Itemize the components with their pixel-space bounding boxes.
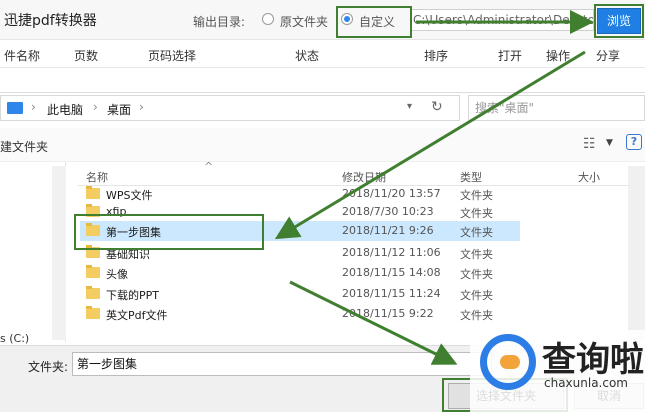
highlight-custom-box — [336, 6, 412, 38]
list-item[interactable]: 下载的PPT 2018/11/15 11:24 文件夹 — [80, 284, 520, 304]
new-folder-button[interactable]: 建文件夹 — [0, 138, 48, 155]
radio-original-folder[interactable] — [262, 13, 274, 25]
watermark-text: 查询啦 — [542, 340, 644, 380]
refresh-icon[interactable]: ↻ — [431, 99, 443, 115]
header-name[interactable]: 名称 — [86, 169, 108, 185]
col-open[interactable]: 打开 — [498, 47, 522, 64]
breadcrumb-desktop[interactable]: 桌面 — [107, 101, 131, 118]
chevron-right-icon: › — [139, 100, 144, 114]
address-bar[interactable]: › 此电脑 › 桌面 › ▾ ↻ — [0, 95, 460, 121]
folder-icon — [86, 186, 100, 199]
col-filename[interactable]: 件名称 — [4, 47, 40, 64]
radio-original-label: 原文件夹 — [280, 15, 329, 29]
breadcrumb-this-pc[interactable]: 此电脑 — [47, 101, 83, 118]
col-pages[interactable]: 页数 — [74, 47, 98, 64]
app-toolbar: 迅捷pdf转换器 输出目录: 原文件夹 自定义 C:\Users\Adminis… — [0, 0, 645, 40]
folder-label: 文件夹: — [28, 360, 69, 374]
drive-c-label[interactable]: s (C:) — [0, 332, 29, 345]
dialog-toolbar: 建文件夹 ☷ ▼ ? — [0, 128, 645, 162]
col-status[interactable]: 状态 — [295, 47, 319, 64]
highlight-folder-box — [74, 214, 264, 250]
list-scrollbar[interactable] — [628, 166, 645, 340]
chevron-right-icon: › — [93, 100, 98, 114]
view-options-icon[interactable]: ☷ — [583, 136, 596, 152]
col-action[interactable]: 操作 — [546, 47, 570, 64]
dropdown-icon[interactable]: ▾ — [407, 101, 412, 112]
help-icon[interactable]: ? — [626, 134, 642, 150]
watermark: 查询啦 chaxunla.com — [470, 330, 645, 412]
header-type[interactable]: 类型 — [460, 169, 482, 185]
col-share[interactable]: 分享 — [596, 47, 620, 64]
folder-name-input[interactable]: 第一步图集 — [72, 352, 492, 376]
logo-mouth-icon — [500, 355, 520, 369]
col-page-select[interactable]: 页码选择 — [148, 47, 196, 64]
app-title: 迅捷pdf转换器 — [4, 13, 97, 29]
list-item[interactable]: WPS文件 2018/11/20 13:57 文件夹 — [80, 184, 520, 204]
output-path-field[interactable]: C:\Users\Administrator\Deskto — [410, 9, 594, 31]
list-item[interactable]: 头像 2018/11/15 14:08 文件夹 — [80, 263, 520, 283]
folder-icon — [86, 286, 100, 299]
computer-icon — [7, 102, 23, 114]
highlight-browse-box — [594, 4, 644, 38]
folder-icon — [86, 265, 100, 278]
watermark-url: chaxunla.com — [544, 376, 628, 390]
chevron-down-icon[interactable]: ▼ — [606, 138, 613, 148]
col-sort[interactable]: 排序 — [424, 47, 448, 64]
folder-icon — [86, 306, 100, 319]
output-dir-label: 输出目录: — [193, 15, 246, 29]
search-input[interactable]: 搜索"桌面" — [468, 95, 645, 121]
chevron-right-icon: › — [31, 100, 36, 114]
header-size[interactable]: 大小 — [578, 169, 600, 185]
file-table-header: 件名称 页数 页码选择 状态 排序 打开 操作 分享 — [0, 40, 645, 68]
nav-scrollbar[interactable] — [52, 166, 66, 340]
sort-up-icon: ^ — [204, 160, 214, 173]
file-list-header: 名称 ^ 修改日期 类型 大小 — [78, 160, 645, 186]
list-item[interactable]: 英文Pdf文件 2018/11/15 9:22 文件夹 — [80, 304, 520, 324]
header-date[interactable]: 修改日期 — [342, 169, 386, 185]
